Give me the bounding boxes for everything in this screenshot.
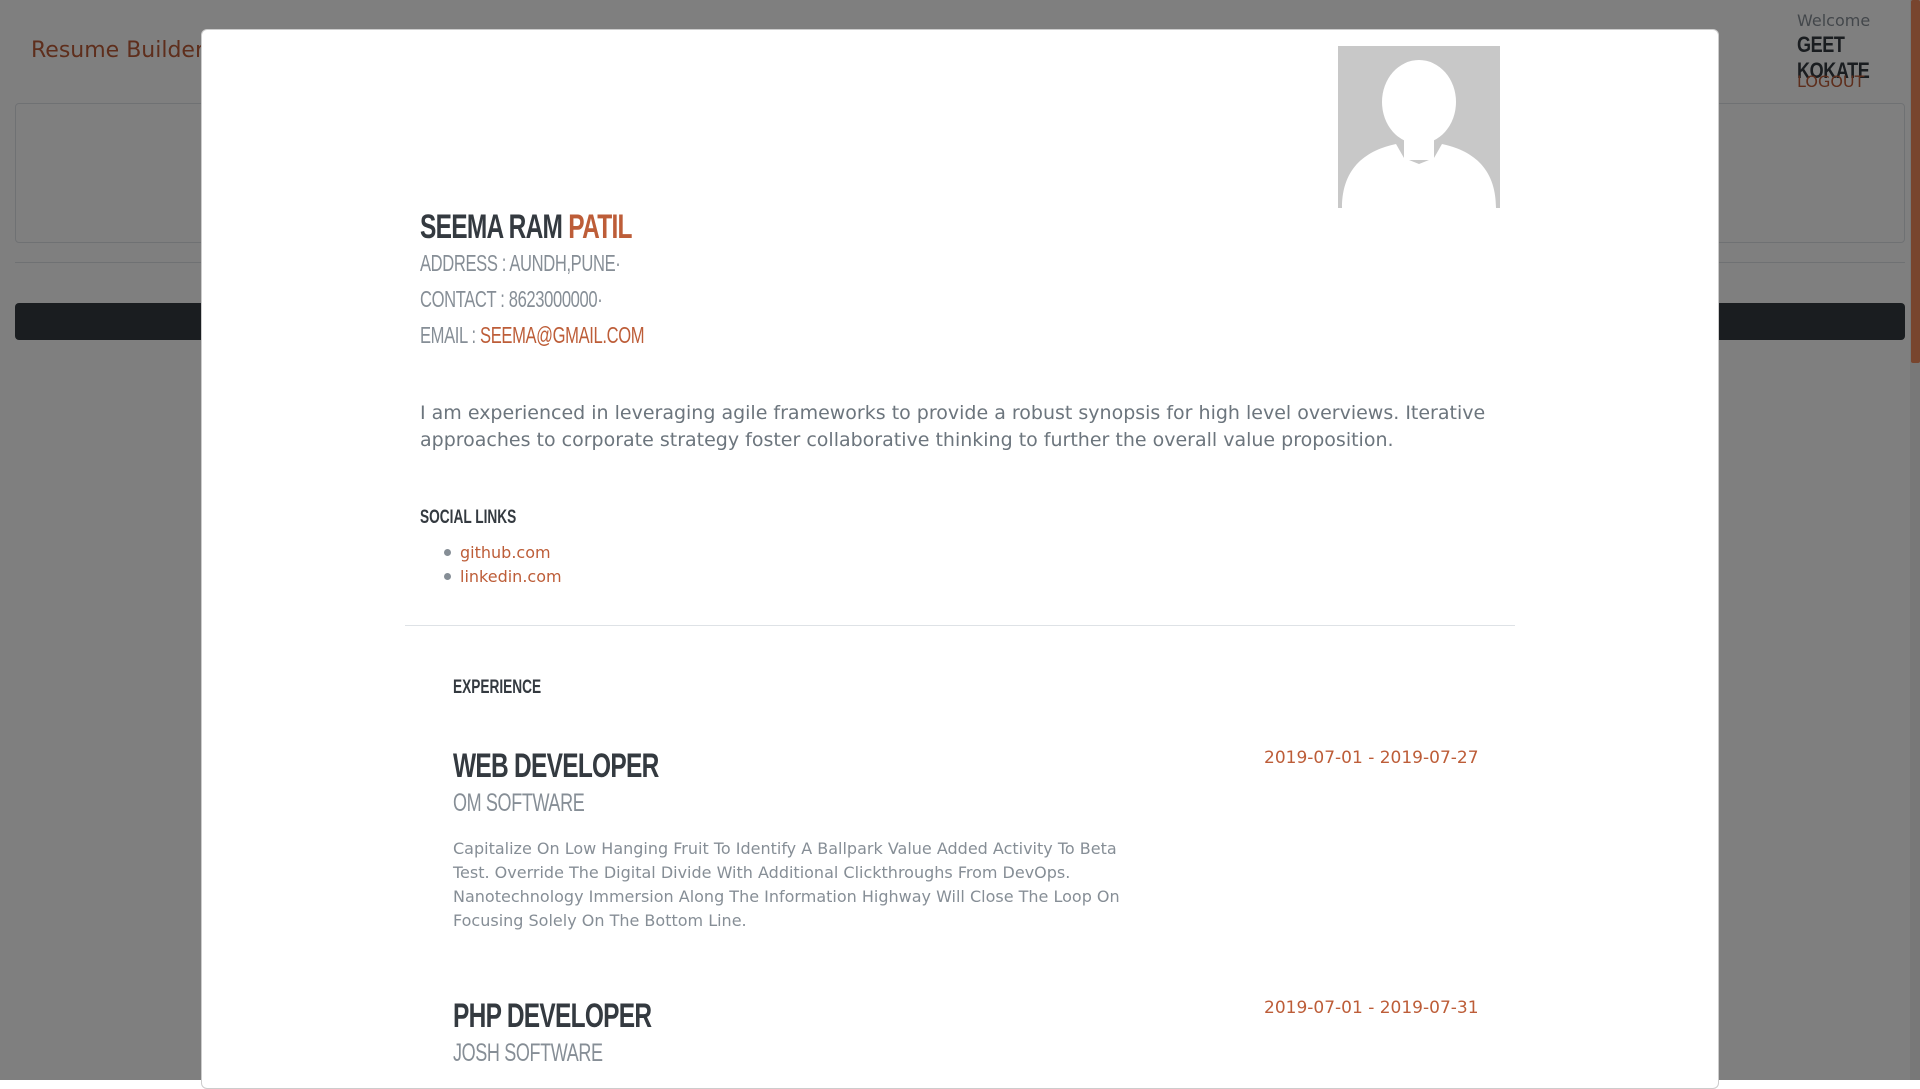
job-company-text: OM SOFTWARE bbox=[453, 789, 585, 817]
contact-wrapper: CONTACT : 8623000000· bbox=[420, 286, 603, 313]
experience-heading: EXPERIENCE bbox=[453, 676, 575, 699]
experience-heading-text: EXPERIENCE bbox=[453, 677, 542, 698]
email-line: EMAIL : SEEMA@GMAIL.COM bbox=[420, 322, 731, 349]
address-line: ADDRESS : AUNDH,PUNE· bbox=[420, 250, 698, 277]
resume-summary: I am experienced in leveraging agile fra… bbox=[420, 402, 1486, 451]
social-links-list: github.com linkedin.com bbox=[444, 540, 562, 588]
contact-line: CONTACT : 8623000000· bbox=[420, 286, 673, 313]
last-name: PATIL bbox=[568, 208, 632, 246]
github-link[interactable]: github.com bbox=[460, 543, 551, 562]
contact-value: 8623000000· bbox=[508, 286, 603, 312]
name-wrapper: SEEMA RAM PATIL bbox=[420, 208, 633, 247]
job-description: Capitalize On Low Hanging Fruit To Ident… bbox=[453, 839, 1120, 930]
job-dates: 2019-07-01 - 2019-07-27 bbox=[1264, 748, 1479, 768]
bullet-dot-icon bbox=[444, 548, 451, 556]
job-title: PHP DEVELOPER bbox=[453, 996, 728, 1036]
user-silhouette-icon bbox=[1338, 46, 1500, 208]
email-label: EMAIL : bbox=[420, 322, 476, 348]
social-links-heading: SOCIAL LINKS bbox=[420, 506, 554, 529]
job-title-text: PHP DEVELOPER bbox=[453, 997, 652, 1035]
first-middle-name: SEEMA RAM bbox=[420, 208, 563, 246]
social-heading-text: SOCIAL LINKS bbox=[420, 507, 517, 528]
resume-name: SEEMA RAM PATIL bbox=[420, 207, 714, 247]
email-link[interactable]: SEEMA@GMAIL.COM bbox=[480, 322, 645, 348]
section-divider bbox=[405, 625, 1515, 626]
list-item: linkedin.com bbox=[444, 564, 562, 588]
job-title-text: WEB DEVELOPER bbox=[453, 747, 659, 785]
linkedin-link[interactable]: linkedin.com bbox=[460, 567, 562, 586]
address-value: AUNDH,PUNE· bbox=[509, 250, 621, 276]
address-label: ADDRESS : bbox=[420, 250, 507, 276]
avatar-svg bbox=[1342, 60, 1496, 208]
job-company: JOSH SOFTWARE bbox=[453, 1038, 661, 1068]
address-wrapper: ADDRESS : AUNDH,PUNE· bbox=[420, 250, 621, 277]
job-dates: 2019-07-01 - 2019-07-31 bbox=[1264, 998, 1479, 1018]
contact-label: CONTACT : bbox=[420, 286, 505, 312]
job-company-text: JOSH SOFTWARE bbox=[453, 1039, 603, 1067]
bullet-dot-icon bbox=[444, 572, 451, 580]
email-wrapper: EMAIL : SEEMA@GMAIL.COM bbox=[420, 322, 645, 349]
job-title: WEB DEVELOPER bbox=[453, 746, 738, 786]
job-company: OM SOFTWARE bbox=[453, 788, 635, 818]
list-item: github.com bbox=[444, 540, 562, 564]
